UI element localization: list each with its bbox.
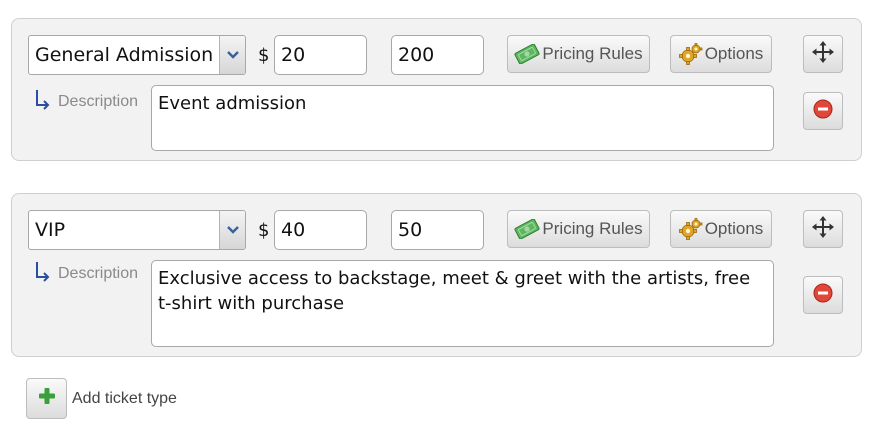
remove-button[interactable]	[803, 276, 843, 314]
options-button[interactable]: Options	[670, 35, 772, 73]
description-label: Description	[34, 90, 138, 116]
price-input[interactable]: 20	[274, 35, 367, 75]
quantity-input[interactable]: 200	[391, 35, 484, 75]
quantity-input[interactable]: 50	[391, 210, 484, 250]
move-icon	[811, 40, 835, 69]
currency-symbol: $	[258, 220, 270, 241]
chevron-down-icon[interactable]	[219, 36, 245, 74]
description-textarea[interactable]: Exclusive access to backstage, meet & gr…	[151, 260, 774, 347]
pricing-rules-button[interactable]: Pricing Rules	[507, 210, 650, 248]
return-arrow-icon	[34, 261, 50, 288]
move-button[interactable]	[803, 35, 843, 73]
ticket-type-select[interactable]: VIP	[28, 210, 246, 250]
add-ticket-button[interactable]	[26, 378, 67, 419]
remove-icon	[813, 99, 833, 124]
description-textarea[interactable]: Event admission	[151, 85, 774, 151]
options-label: Options	[704, 44, 764, 63]
move-icon	[811, 215, 835, 244]
chevron-down-icon[interactable]	[219, 211, 245, 249]
remove-button[interactable]	[803, 92, 843, 130]
add-ticket-row: Add ticket type	[26, 378, 177, 419]
price-input[interactable]: 40	[274, 210, 367, 250]
ticket-row: VIP $ 40 50 Pricing Rules Options Descri…	[11, 193, 862, 357]
return-arrow-icon	[34, 89, 50, 116]
options-button[interactable]: Options	[670, 210, 772, 248]
plus-icon	[38, 387, 56, 410]
money-icon	[514, 219, 540, 239]
ticket-type-value: General Admission	[35, 44, 214, 66]
money-icon	[514, 44, 540, 64]
remove-icon	[813, 283, 833, 308]
gear-icon	[678, 218, 703, 240]
ticket-types-editor: General Admission $ 20 200 Pricing Rules	[0, 0, 884, 439]
ticket-type-select[interactable]: General Admission	[28, 35, 246, 75]
pricing-rules-button[interactable]: Pricing Rules	[507, 35, 650, 73]
description-label: Description	[34, 262, 138, 288]
add-ticket-label[interactable]: Add ticket type	[72, 390, 177, 408]
ticket-row: General Admission $ 20 200 Pricing Rules	[11, 18, 862, 161]
ticket-type-value: VIP	[35, 219, 66, 241]
pricing-rules-label: Pricing Rules	[542, 219, 643, 238]
currency-symbol: $	[258, 45, 270, 66]
options-label: Options	[704, 219, 764, 238]
move-button[interactable]	[803, 210, 843, 248]
gear-icon	[678, 43, 703, 65]
pricing-rules-label: Pricing Rules	[542, 44, 643, 63]
